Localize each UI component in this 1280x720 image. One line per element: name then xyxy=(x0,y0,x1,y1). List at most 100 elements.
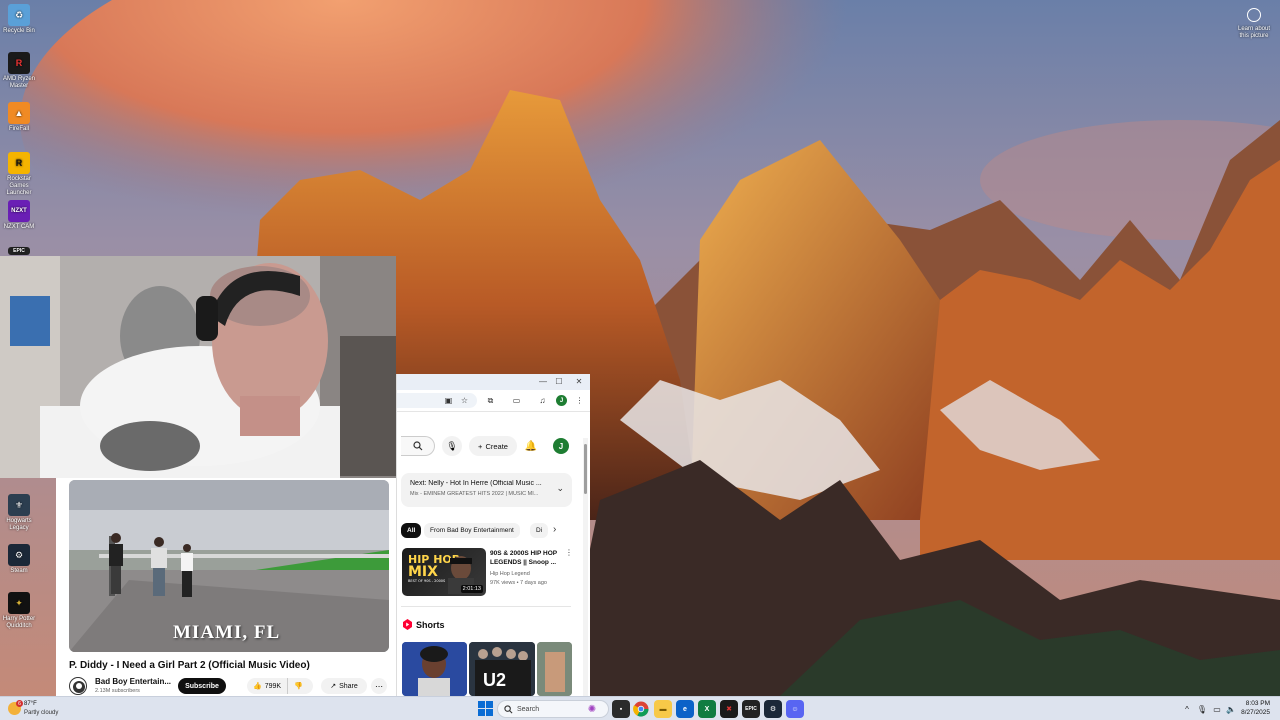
volume-icon[interactable]: 🔈 xyxy=(1226,704,1236,714)
start-button[interactable] xyxy=(478,701,493,716)
recommended-thumbnail[interactable]: HIP HOP MIX BEST OF 90S - 2000S 2:01:13 xyxy=(402,548,486,596)
channel-avatar[interactable] xyxy=(69,677,87,695)
chip-partial[interactable]: Di xyxy=(530,523,549,538)
xbox-icon[interactable]: X xyxy=(698,700,716,718)
next-mix-subtitle: Mix - EMINEM GREATEST HITS 2022 | MUSIC … xyxy=(410,491,539,497)
steam-taskbar-icon[interactable]: ⚙ xyxy=(764,700,782,718)
dislike-button[interactable]: 👎 xyxy=(288,678,309,694)
like-dislike-group: 👍 799K 👎 xyxy=(247,678,313,694)
short-thumbnail-1[interactable] xyxy=(402,642,467,696)
bad-boy-logo-icon xyxy=(73,681,85,693)
plus-icon: + xyxy=(478,441,483,451)
epic-games-taskbar-icon[interactable]: EPIC xyxy=(742,700,760,718)
thumbs-down-icon: 👎 xyxy=(294,683,303,690)
address-bar[interactable]: ▣ ☆ xyxy=(397,393,477,408)
chip-all[interactable]: All xyxy=(401,523,422,538)
taskbar: 6 87°F Partly cloudy Search ✺ ▪ ▬ e X ✖ … xyxy=(0,696,1280,720)
more-vert-icon[interactable]: ⋮ xyxy=(565,548,573,557)
desktop-icon-ryzen-master[interactable]: R AMD Ryzen Master xyxy=(2,52,36,90)
maximize-icon[interactable]: ☐ xyxy=(553,376,565,388)
share-button[interactable]: ↗ Share xyxy=(321,678,367,694)
channel-row: Bad Boy Entertain... 2.13M subscribers S… xyxy=(69,677,394,697)
copilot-icon[interactable]: ✺ xyxy=(583,700,601,718)
task-view-icon[interactable]: ▪ xyxy=(612,700,630,718)
thumbs-up-icon: 👍 xyxy=(253,683,262,690)
windows-logo-icon xyxy=(478,701,493,716)
video-duration: 2:01:13 xyxy=(460,585,483,593)
recommended-title: 90S & 2000S HIP HOP LEGENDS || Snoop ... xyxy=(490,550,557,566)
weather-description: Partly cloudy xyxy=(24,710,59,716)
rockstar-taskbar-icon[interactable]: ✖ xyxy=(720,700,738,718)
desktop-icon-steam[interactable]: ⚙ Steam xyxy=(2,544,36,575)
browser-titlebar[interactable]: — ☐ ✕ xyxy=(397,374,590,390)
recommended-channel: Hip Hop Legend xyxy=(490,571,530,577)
notifications-bell-icon[interactable]: 🔔 xyxy=(523,438,539,454)
short-3-image xyxy=(537,642,572,696)
show-hidden-icons-chevron[interactable]: ^ xyxy=(1182,704,1192,714)
desktop-icon-recycle-bin[interactable]: ♻ Recycle Bin xyxy=(2,4,36,35)
chip-from-bad-boy[interactable]: From Bad Boy Entertainment xyxy=(424,523,520,538)
close-icon[interactable]: ✕ xyxy=(573,376,585,388)
weather-alert-badge: 6 xyxy=(16,700,23,707)
microphone-icon: 🎙 xyxy=(446,440,458,451)
learn-about-picture[interactable]: Learn about this picture xyxy=(1236,8,1272,40)
recommended-video[interactable]: HIP HOP MIX BEST OF 90S - 2000S 2:01:13 … xyxy=(401,548,573,596)
extensions-icon[interactable]: ⧉ xyxy=(485,395,496,406)
clock-time[interactable]: 8:03 PM xyxy=(1240,700,1270,707)
minimize-icon[interactable]: — xyxy=(537,376,549,388)
browser-toolbar: ▣ ☆ ⧉ ▭ ♫ J ⋮ xyxy=(397,390,590,412)
next-in-queue-card[interactable]: Next: Nelly - Hot In Herre (Official Mus… xyxy=(401,473,572,507)
browser-profile-avatar[interactable]: J xyxy=(556,395,567,406)
learn-picture-icon xyxy=(1247,8,1261,22)
filter-chips: All From Bad Boy Entertainment Di xyxy=(401,522,573,540)
discord-icon[interactable]: ☺ xyxy=(786,700,804,718)
desktop-icon-hogwarts-legacy[interactable]: ⚜ Hogwarts Legacy xyxy=(2,494,36,532)
split-view-icon[interactable]: ▭ xyxy=(511,395,522,406)
desktop-icon-rockstar[interactable]: R Rockstar Games Launcher xyxy=(2,152,36,197)
more-actions-button[interactable]: ⋯ xyxy=(371,678,387,694)
chrome-icon[interactable] xyxy=(632,700,650,718)
clock-date[interactable]: 8/27/2025 xyxy=(1240,709,1270,716)
chevron-down-icon[interactable]: ⌄ xyxy=(556,483,564,494)
weather-widget[interactable]: 6 87°F Partly cloudy xyxy=(6,700,86,718)
media-controls-icon[interactable]: ♫ xyxy=(537,395,548,406)
short-thumbnail-3[interactable] xyxy=(537,642,572,696)
browser-menu-icon[interactable]: ⋮ xyxy=(574,395,585,406)
like-button[interactable]: 👍 799K xyxy=(247,678,289,694)
desktop-icon-quidditch[interactable]: ✦ Harry Potter Quidditch xyxy=(2,592,36,630)
create-button[interactable]: + Create xyxy=(469,436,517,456)
page-scrollbar[interactable] xyxy=(583,438,588,696)
shorts-header: Shorts xyxy=(403,619,445,630)
video-caption: MIAMI, FL xyxy=(173,622,281,643)
recycle-bin-icon: ♻ xyxy=(8,4,30,26)
edge-icon[interactable]: e xyxy=(676,700,694,718)
desktop-icon-nzxt-cam[interactable]: NZXT NZXT CAM xyxy=(2,200,36,231)
subscribe-button[interactable]: Subscribe xyxy=(178,678,226,694)
desktop-icon-firefall[interactable]: ▲ FireFall xyxy=(2,102,36,133)
webcam-overlay xyxy=(0,256,396,478)
taskbar-search-icon xyxy=(504,704,513,713)
chevron-right-icon[interactable]: › xyxy=(553,524,556,535)
bookmark-star-icon[interactable]: ☆ xyxy=(459,395,470,406)
microphone-tray-icon[interactable]: 🎙 xyxy=(1197,704,1207,714)
channel-name[interactable]: Bad Boy Entertain... xyxy=(95,677,171,686)
short-thumbnail-2[interactable]: U2 xyxy=(469,642,535,696)
short-2-text: U2 xyxy=(483,670,507,690)
recommended-meta: 97K views • 7 days ago xyxy=(490,580,547,586)
section-divider xyxy=(401,606,571,607)
hogwarts-legacy-icon: ⚜ xyxy=(8,494,30,516)
steam-icon: ⚙ xyxy=(8,544,30,566)
file-explorer-icon[interactable]: ▬ xyxy=(654,700,672,718)
scrollbar-thumb[interactable] xyxy=(584,444,587,494)
epic-games-icon: EPIC xyxy=(8,247,30,255)
next-video-title: Next: Nelly - Hot In Herre (Official Mus… xyxy=(410,480,542,487)
youtube-profile-avatar[interactable]: J xyxy=(553,438,569,454)
cast-icon[interactable]: ▣ xyxy=(443,395,454,406)
firefall-icon: ▲ xyxy=(8,102,30,124)
display-tray-icon[interactable]: ▭ xyxy=(1212,704,1222,714)
shorts-logo-icon xyxy=(403,619,412,630)
voice-search-button[interactable]: 🎙 xyxy=(442,436,462,456)
search-button[interactable] xyxy=(401,436,435,456)
video-player[interactable]: MIAMI, FL xyxy=(69,480,389,652)
browser-window: — ☐ ✕ ▣ ☆ ⧉ ▭ ♫ J ⋮ 🎙 + Create 🔔 J Next:… xyxy=(396,374,590,696)
